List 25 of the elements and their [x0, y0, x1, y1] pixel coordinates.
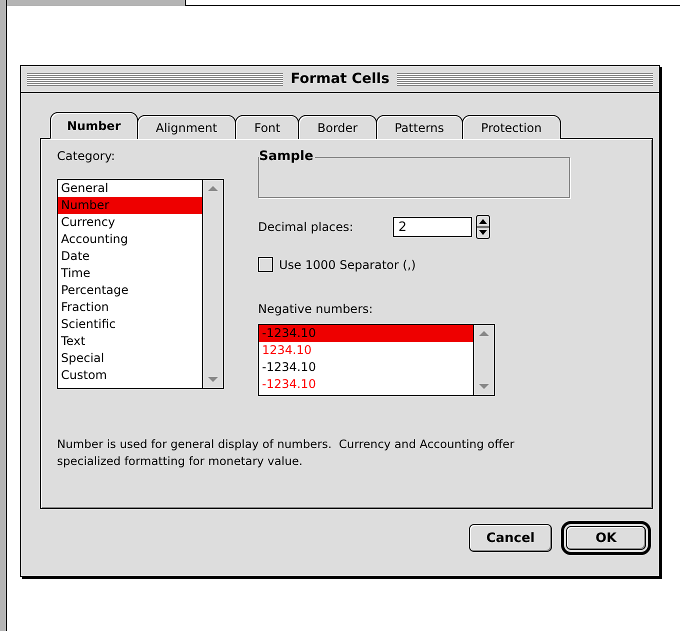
separator-label: Use 1000 Separator (,) [279, 258, 416, 272]
number-format-text: -1234.10 [262, 326, 316, 340]
cancel-button[interactable]: Cancel [469, 524, 552, 552]
list-item[interactable]: -1234.10 [259, 325, 473, 342]
category-list[interactable]: General Number Currency Accounting Date Time Percentage Fraction Scientific Text Special Custom [57, 179, 224, 389]
tab[interactable]: Alignment [136, 115, 236, 139]
category-label: Category: [57, 149, 116, 163]
tab[interactable]: Patterns [376, 115, 464, 139]
negative-numbers-label: Negative numbers: [258, 302, 374, 316]
tab[interactable]: Border [298, 115, 377, 139]
number-format-text: -1234.10 [262, 360, 316, 374]
list-item[interactable]: Number [58, 197, 202, 214]
decimal-places-label: Decimal places: [258, 220, 354, 234]
negative-numbers-list[interactable]: -1234.10 1234.10 -1234.10 -1234.10 [258, 324, 495, 396]
description-text: Number is used for general display of numbers. Currency and Accounting offer specialized formatting for monetary value. [57, 436, 516, 470]
spinner-icon[interactable] [476, 215, 490, 239]
tab[interactable]: Protection [462, 115, 561, 139]
number-format-text: 1234.10 [262, 343, 312, 357]
tab[interactable]: Font [235, 115, 300, 139]
window-title: Format Cells [290, 71, 390, 87]
tab[interactable]: Number [50, 112, 138, 139]
checkbox[interactable] [258, 257, 273, 272]
sample-label: Sample [259, 149, 316, 164]
number-format-text: -1234.10 [262, 377, 316, 391]
decimal-places-field[interactable]: 2 [393, 217, 472, 237]
